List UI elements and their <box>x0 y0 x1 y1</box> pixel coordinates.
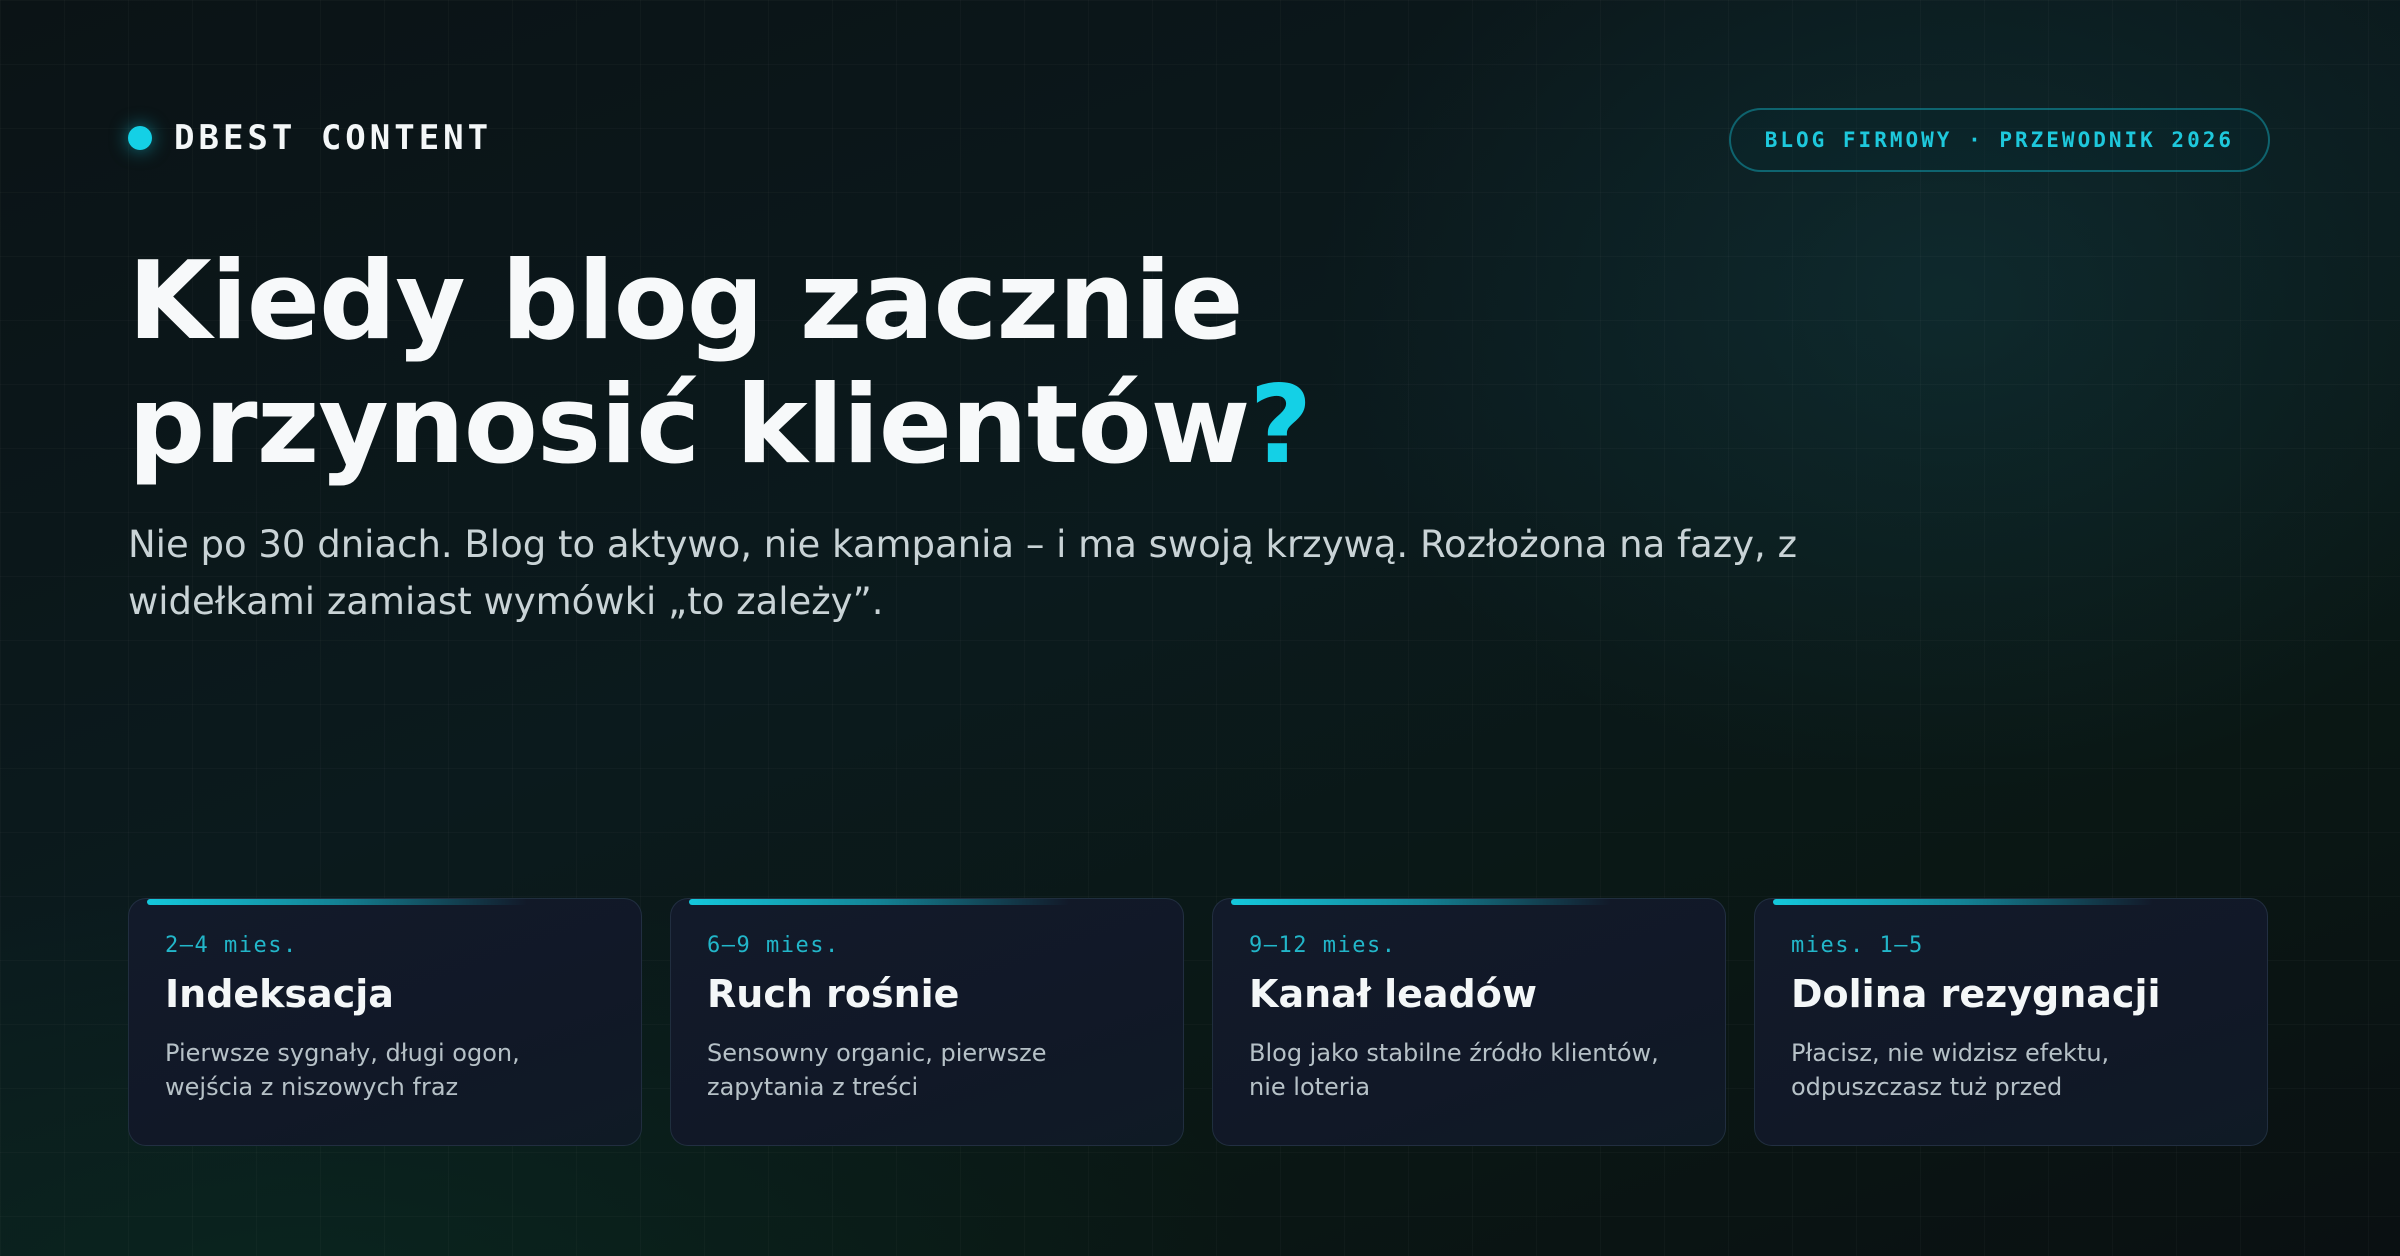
phase-card-indeksacja: 2–4 mies. Indeksacja Pierwsze sygnały, d… <box>128 898 642 1146</box>
card-accent-bar <box>147 899 527 905</box>
phase-description: Sensowny organic, pierwsze zapytania z t… <box>707 1039 1047 1101</box>
phase-range: 2–4 mies. <box>165 933 298 958</box>
category-tag: BLOG FIRMOWY · PRZEWODNIK 2026 <box>1728 108 2270 172</box>
page-title-line-1: Kiedy blog zacznie <box>128 239 1243 364</box>
brand-name: DBEST CONTENT <box>174 118 493 158</box>
card-accent-bar <box>1231 899 1611 905</box>
phase-title: Kanał leadów <box>1249 972 1537 1016</box>
phase-range: 9–12 mies. <box>1249 933 1397 958</box>
brand-logo[interactable]: DBEST CONTENT <box>128 118 492 158</box>
page-title: Kiedy blog zacznie przynosić klientów? <box>128 240 1628 488</box>
phase-range: mies. 1–5 <box>1791 933 1924 958</box>
phase-description: Pierwsze sygnały, długi ogon, wejścia z … <box>165 1039 520 1101</box>
phase-card-dolina-rezygnacji: mies. 1–5 Dolina rezygnacji Płacisz, nie… <box>1754 898 2268 1146</box>
phase-card-ruch-rosnie: 6–9 mies. Ruch rośnie Sensowny organic, … <box>670 898 1184 1146</box>
phase-range: 6–9 mies. <box>707 933 840 958</box>
phase-description: Blog jako stabilne źródło klientów, nie … <box>1249 1039 1659 1101</box>
phase-card-kanal-leadow: 9–12 mies. Kanał leadów Blog jako stabil… <box>1212 898 1726 1146</box>
card-accent-bar <box>689 899 1069 905</box>
phase-title: Indeksacja <box>165 972 394 1016</box>
phase-title: Dolina rezygnacji <box>1791 972 2161 1016</box>
phase-cards: 2–4 mies. Indeksacja Pierwsze sygnały, d… <box>128 898 2268 1146</box>
phase-description: Płacisz, nie widzisz efektu, odpuszczasz… <box>1791 1039 2110 1101</box>
card-accent-bar <box>1773 899 2153 905</box>
page-title-line-2: przynosić klientów <box>128 363 1250 488</box>
brand-dot-icon <box>128 126 152 150</box>
page-title-accent: ? <box>1249 363 1312 488</box>
phase-title: Ruch rośnie <box>707 972 960 1016</box>
page-subtitle: Nie po 30 dniach. Blog to aktywo, nie ka… <box>128 523 1797 623</box>
